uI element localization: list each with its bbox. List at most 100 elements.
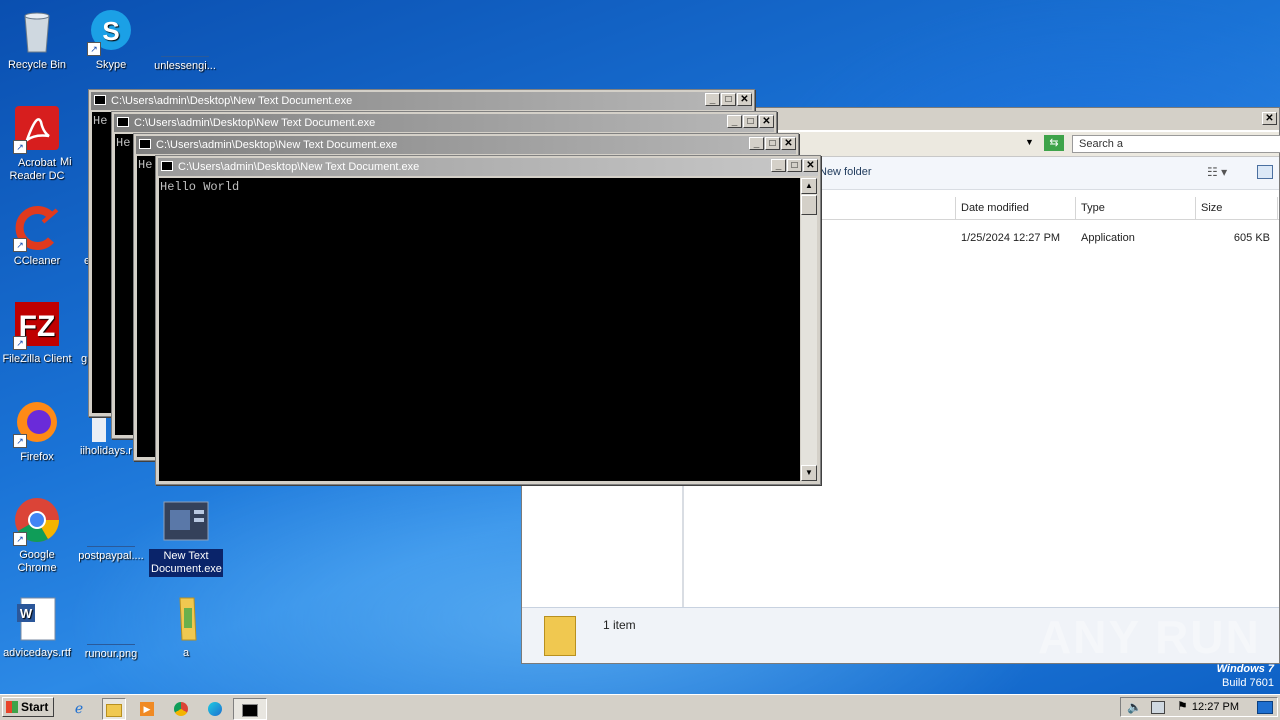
minimize-button[interactable]: _	[727, 115, 742, 128]
desktop-icon-label: Mi	[60, 156, 72, 168]
vertical-scrollbar[interactable]: ▲ ▼	[801, 178, 817, 481]
refresh-icon[interactable]: ⇆	[1044, 135, 1064, 151]
chrome-taskbar-icon[interactable]	[170, 698, 192, 718]
shortcut-arrow-icon: ↗	[87, 42, 101, 56]
desktop-icon-new-text-document[interactable]: New Text Document.exe	[149, 498, 223, 577]
desktop-icon-advicedays[interactable]: W advicedays.rtf	[0, 596, 74, 660]
maximize-button[interactable]: □	[743, 115, 758, 128]
file-type: Application	[1081, 232, 1135, 244]
internet-explorer-icon[interactable]: ℯ	[68, 698, 90, 718]
desktop-icon-label: runour.png	[84, 648, 138, 660]
console-taskbar-icon[interactable]	[233, 698, 267, 720]
preview-pane-icon[interactable]	[1257, 165, 1273, 179]
desktop-icon-label: unlessengi...	[154, 60, 216, 72]
desktop-icon-runour[interactable]: runour.png	[74, 596, 148, 661]
shortcut-arrow-icon: ↗	[13, 532, 27, 546]
windows-logo-icon	[6, 701, 18, 713]
minimize-button[interactable]: _	[771, 159, 786, 172]
desktop-icon-recycle-bin[interactable]: Recycle Bin	[0, 8, 74, 72]
network-icon[interactable]	[1151, 701, 1165, 714]
console-title-bar[interactable]: C:\Users\admin\Desktop\New Text Document…	[91, 92, 752, 110]
action-center-flag-icon[interactable]: ⚑	[1177, 699, 1188, 713]
search-input[interactable]: Search a	[1072, 135, 1280, 153]
clock[interactable]: 12:27 PM	[1192, 698, 1239, 716]
view-options-icon[interactable]: ☷ ▾	[1207, 165, 1227, 179]
scroll-thumb[interactable]	[801, 195, 817, 215]
blank-file-icon	[87, 596, 135, 645]
os-build: Build 7601	[1222, 677, 1274, 689]
os-name: Windows 7	[1216, 663, 1274, 675]
desktop-icon-label: Skype	[95, 59, 127, 71]
show-desktop-icon[interactable]	[1257, 701, 1273, 714]
application-icon	[162, 498, 210, 546]
start-button[interactable]: Start	[2, 697, 54, 717]
file-size: 605 KB	[1233, 232, 1270, 244]
chevron-down-icon[interactable]: ▼	[1025, 137, 1034, 147]
desktop-icon-unlessengi[interactable]: unlessengi...	[148, 8, 222, 73]
maximize-button[interactable]: □	[765, 137, 780, 150]
desktop-icon-folder-a[interactable]: a	[149, 596, 223, 660]
console-icon	[139, 139, 151, 149]
os-version-info: Windows 7 Build 7601	[1217, 662, 1274, 690]
close-button[interactable]: ✕	[803, 159, 818, 172]
desktop-icon-label: Google Chrome	[17, 549, 57, 574]
ccleaner-icon: ↗	[13, 204, 61, 252]
start-label: Start	[21, 700, 49, 714]
maximize-button[interactable]: □	[787, 159, 802, 172]
console-icon	[117, 117, 129, 127]
window-controls: _ □ ✕	[726, 115, 774, 129]
window-controls: _ □ ✕	[704, 93, 752, 107]
edge-icon[interactable]	[204, 698, 226, 718]
desktop-icon-skype[interactable]: S ↗ Skype	[74, 8, 148, 72]
desktop-icon-firefox[interactable]: ↗ Firefox	[0, 400, 74, 464]
explorer-taskbar-icon[interactable]	[102, 698, 126, 720]
console-title: C:\Users\admin\Desktop\New Text Document…	[134, 117, 376, 129]
console-title-bar[interactable]: C:\Users\admin\Desktop\New Text Document…	[114, 114, 774, 132]
console-window-active[interactable]: C:\Users\admin\Desktop\New Text Document…	[155, 155, 821, 485]
close-button[interactable]: ✕	[759, 115, 774, 128]
shortcut-arrow-icon: ↗	[13, 434, 27, 448]
console-title: C:\Users\admin\Desktop\New Text Document…	[111, 95, 353, 107]
desktop-icon-chrome[interactable]: ↗ Google Chrome	[0, 498, 74, 575]
desktop-icon-label: iiholidays.r	[80, 445, 132, 457]
media-player-icon[interactable]: ▶	[136, 698, 158, 718]
blank-file-icon	[161, 8, 209, 57]
window-controls: _ □ ✕	[748, 137, 796, 151]
scroll-up-arrow-icon[interactable]: ▲	[801, 178, 817, 194]
console-title-bar[interactable]: C:\Users\admin\Desktop\New Text Document…	[136, 136, 796, 154]
minimize-button[interactable]: _	[705, 93, 720, 106]
desktop-icon-ccleaner[interactable]: ↗ CCleaner	[0, 204, 74, 268]
desktop-icon-filezilla[interactable]: FZ ↗ FileZilla Client	[0, 302, 74, 366]
console-title: C:\Users\admin\Desktop\New Text Document…	[178, 161, 420, 173]
scroll-down-arrow-icon[interactable]: ▼	[801, 465, 817, 481]
minimize-button[interactable]: _	[749, 137, 764, 150]
taskbar: Start ℯ ▶ 🔈 ⚑ 12:27 PM	[0, 694, 1280, 720]
console-title-bar[interactable]: C:\Users\admin\Desktop\New Text Document…	[158, 158, 818, 176]
desktop-icon-label: CCleaner	[13, 255, 61, 267]
console-title: C:\Users\admin\Desktop\New Text Document…	[156, 139, 398, 151]
watermark: ANY RUN	[1038, 611, 1261, 663]
maximize-button[interactable]: □	[721, 93, 736, 106]
new-folder-button[interactable]: New folder	[819, 166, 872, 178]
skype-icon: S ↗	[87, 8, 135, 56]
desktop-icon-postpaypal[interactable]: postpaypal....	[74, 498, 148, 563]
word-document-icon: W	[13, 596, 61, 644]
close-button[interactable]: ✕	[737, 93, 752, 106]
column-size[interactable]: Size	[1196, 197, 1278, 219]
desktop-icon-acrobat[interactable]: ↗ Acrobat Reader DC	[0, 106, 74, 183]
close-button[interactable]: ✕	[1262, 112, 1277, 125]
item-count: 1 item	[603, 618, 636, 632]
column-date-modified[interactable]: Date modified	[956, 197, 1076, 219]
close-button[interactable]: ✕	[781, 137, 796, 150]
column-type[interactable]: Type	[1076, 197, 1196, 219]
blank-file-icon	[87, 498, 135, 547]
chrome-icon: ↗	[13, 498, 61, 546]
desktop-icon-mi[interactable]: Mi	[60, 156, 90, 169]
recycle-bin-icon	[13, 8, 61, 56]
shortcut-arrow-icon: ↗	[13, 140, 27, 154]
console-output[interactable]: Hello World	[159, 178, 800, 481]
desktop-icon-label: New Text Document.exe	[149, 549, 223, 577]
firefox-icon: ↗	[13, 400, 61, 448]
volume-icon[interactable]: 🔈	[1127, 700, 1142, 714]
folder-icon	[162, 596, 210, 644]
